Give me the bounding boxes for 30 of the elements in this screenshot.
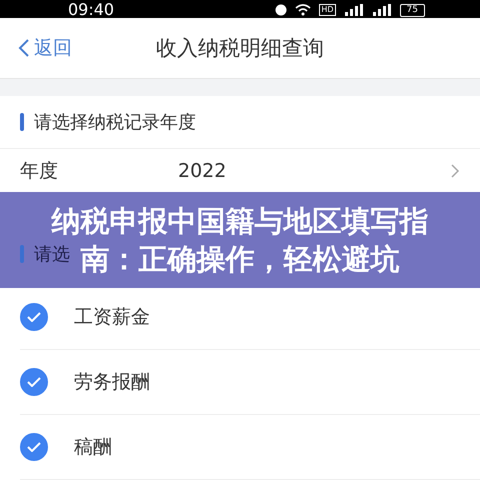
checkbox[interactable] xyxy=(20,368,48,396)
year-value: 2022 xyxy=(178,160,228,182)
section-header: 请选 xyxy=(34,242,70,266)
income-type-label: 工资薪金 xyxy=(74,305,150,330)
back-button[interactable]: 返回 xyxy=(18,35,72,61)
income-type-label: 劳务报酬 xyxy=(74,370,150,395)
income-type-item[interactable]: 劳务报酬 xyxy=(20,350,480,415)
checkmark-icon xyxy=(27,312,41,322)
section-marker xyxy=(20,244,24,262)
page-title: 收入纳税明细查询 xyxy=(156,35,324,62)
income-type-label: 稿酬 xyxy=(74,435,112,460)
headline-line: 南：正确操作，轻松避坑 xyxy=(80,241,400,278)
network-badge: HD xyxy=(319,4,336,16)
chevron-right-icon xyxy=(450,162,460,178)
income-type-item[interactable]: 稿酬 xyxy=(20,415,480,480)
checkmark-icon xyxy=(27,377,41,387)
checkmark-icon xyxy=(27,442,41,452)
battery-level: 75 xyxy=(400,4,425,16)
status-time: 09:40 xyxy=(68,2,114,18)
checkbox[interactable] xyxy=(20,303,48,331)
section-marker xyxy=(20,113,24,131)
signal-icon xyxy=(372,4,392,16)
year-label: 年度 xyxy=(20,158,59,184)
headline-line: 纳税申报中国籍与地区填写指 xyxy=(52,203,428,240)
signal-icon xyxy=(344,4,364,16)
checkbox[interactable] xyxy=(20,433,48,461)
section-header: 请选择纳税记录年度 xyxy=(34,111,196,134)
year-row[interactable]: 年度 2022 xyxy=(0,149,480,192)
wifi-icon xyxy=(295,4,312,16)
chevron-left-icon xyxy=(18,38,30,58)
